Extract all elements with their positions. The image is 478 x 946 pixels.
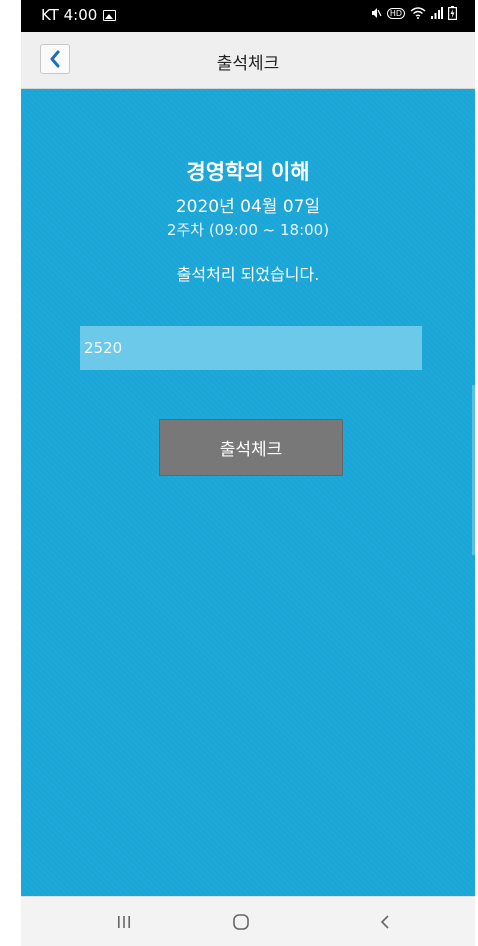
status-left: KT 4:00 [41,6,117,24]
app-bar: 출석체크 [21,32,475,89]
recent-apps-icon [118,916,130,928]
status-bar: KT 4:00 HD [21,0,475,32]
mute-icon [371,8,382,18]
week-time: 2주차 (09:00 ~ 18:00) [166,221,330,239]
attendance-panel: 경영학의 이해 2020년 04월 07일 2주차 (09:00 ~ 18:00… [21,89,475,896]
status-right: HD [370,6,457,20]
page-title: 출석체크 [216,54,280,74]
system-back-button[interactable] [365,911,405,933]
attendance-check-button[interactable]: 출석체크 [159,419,343,476]
battery-icon [448,6,457,20]
recent-apps-button[interactable] [104,911,144,933]
signal-icon [431,7,443,19]
hd-icon: HD [386,7,405,19]
phone-screen: KT 4:00 HD 출석체크 경영학의 이해 2020년 04월 07일 2주… [21,0,475,946]
home-icon [233,914,249,930]
class-date: 2020년 04월 07일 [175,197,321,217]
course-name: 경영학의 이해 [186,160,310,184]
system-nav-bar [21,896,475,946]
back-icon [380,915,389,929]
status-message: 출석처리 되었습니다. [176,265,320,284]
edge-panel-handle[interactable] [472,385,475,555]
carrier-time: KT 4:00 [41,6,98,24]
home-button[interactable] [221,911,261,933]
attendance-code-value: 2520 [84,339,123,357]
attendance-code-input[interactable]: 2520 [80,326,422,370]
wifi-icon [410,7,426,19]
image-icon [103,9,117,21]
